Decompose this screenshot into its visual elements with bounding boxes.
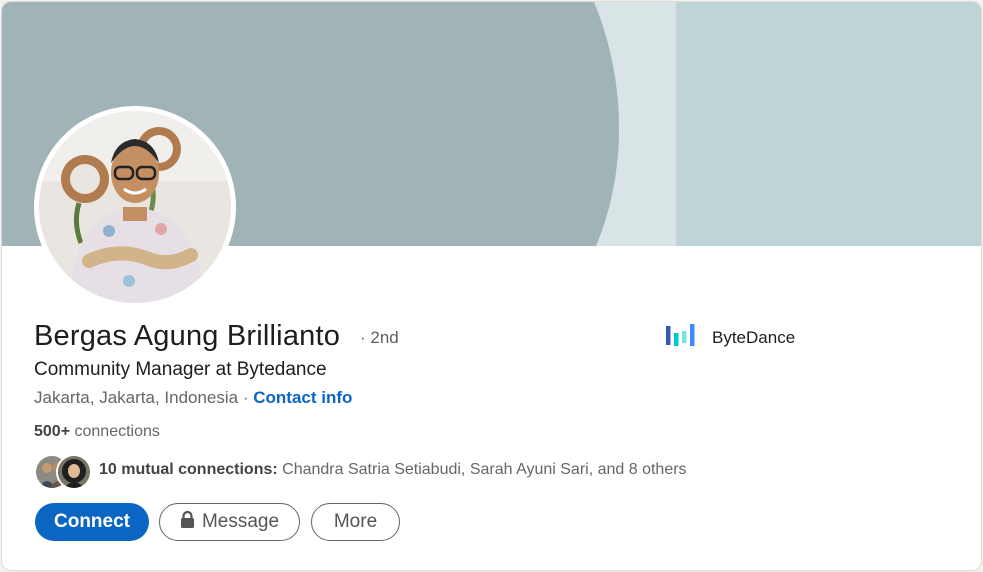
profile-name: Bergas Agung Brillianto: [34, 320, 341, 352]
location-separator: ·: [238, 388, 254, 407]
mutual-count: 10 mutual connections:: [99, 461, 278, 478]
company-name: ByteDance: [712, 328, 796, 347]
connections-number: 500+: [34, 423, 71, 440]
contact-info-link[interactable]: Contact info: [253, 388, 352, 407]
profile-card: Bergas Agung Brillianto · 2nd Community …: [1, 1, 982, 571]
connection-degree: · 2nd: [360, 328, 399, 347]
profile-photo[interactable]: [34, 106, 236, 308]
message-button[interactable]: Message: [159, 503, 300, 541]
mutual-avatars: [34, 452, 94, 490]
profile-location: Jakarta, Jakarta, Indonesia: [34, 388, 239, 407]
more-button[interactable]: More: [311, 503, 400, 541]
connections-label: connections: [70, 423, 160, 440]
connections-count[interactable]: 500+ connections: [34, 423, 160, 441]
current-company[interactable]: ByteDance: [666, 323, 796, 353]
connect-button[interactable]: Connect: [35, 503, 149, 541]
mutual-names: Chandra Satria Setiabudi, Sarah Ayuni Sa…: [277, 461, 687, 478]
mutual-connections-text: 10 mutual connections: Chandra Satria Se…: [99, 461, 687, 479]
lock-icon: [180, 510, 195, 534]
message-label: Message: [201, 511, 280, 532]
mutual-avatar: [56, 454, 92, 490]
profile-headline: Community Manager at Bytedance: [34, 359, 327, 380]
bytedance-logo-icon: [666, 323, 696, 353]
location-row: Jakarta, Jakarta, Indonesia · Contact in…: [34, 388, 352, 408]
